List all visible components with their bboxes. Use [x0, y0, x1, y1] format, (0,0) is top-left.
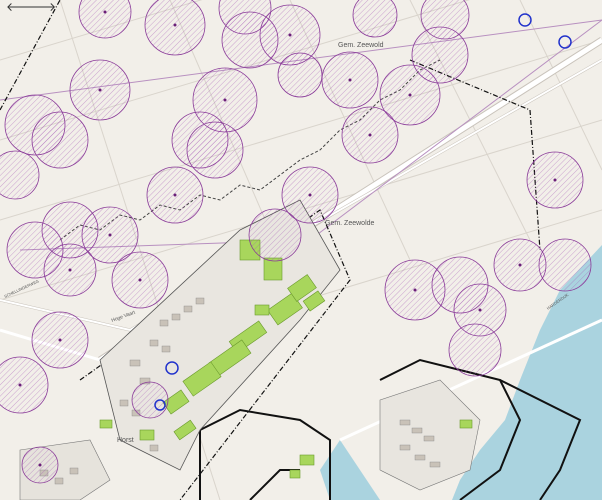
label-horst: Horst — [117, 437, 134, 444]
arrow-right-icon[interactable]: 🡒 — [24, 1, 56, 13]
map-nav-controls: 🡐 🡒 — [6, 1, 56, 13]
label-gem-zeewolde: Gem. Zeewolde — [325, 220, 375, 227]
map-canvas[interactable]: Gem. Zeewold Gem. Zeewolde Horst Hoge Va… — [0, 0, 602, 500]
label-gem-zeewold-north: Gem. Zeewold — [338, 42, 384, 49]
arrow-left-icon[interactable]: 🡐 — [6, 1, 38, 13]
